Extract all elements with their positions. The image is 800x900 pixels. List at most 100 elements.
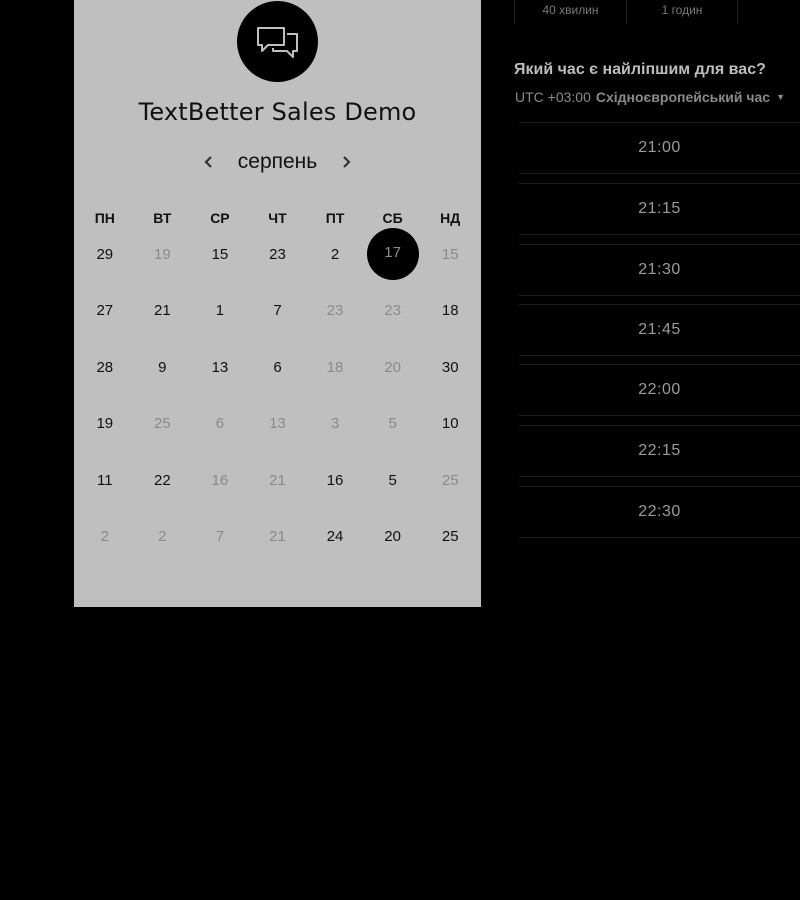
duration-option-1hour[interactable]: 1 годин	[626, 0, 738, 24]
calendar-day-number: 19	[96, 415, 114, 433]
calendar-day[interactable]: 19	[76, 396, 134, 453]
calendar-day: 2	[134, 509, 192, 566]
calendar-day-number: 25	[441, 528, 459, 546]
calendar-day-number: 6	[273, 358, 282, 376]
calendar-day-number: 10	[441, 415, 459, 433]
time-slot[interactable]: 22:00	[519, 364, 800, 416]
calendar-day-number: 21	[269, 528, 286, 546]
calendar-day: 21	[249, 452, 307, 509]
calendar-day-number: 25	[441, 471, 459, 489]
calendar-day: 13	[249, 396, 307, 453]
calendar-day: 5	[364, 396, 422, 453]
calendar-day-number: 5	[388, 471, 397, 489]
calendar-day-number: 15	[211, 245, 229, 263]
calendar-day[interactable]: 20	[364, 509, 422, 566]
calendar-day[interactable]: 24	[306, 509, 364, 566]
calendar-day-number: 15	[441, 245, 459, 263]
calendar-day: 16	[191, 452, 249, 509]
calendar-day[interactable]: 5	[364, 452, 422, 509]
calendar-day-number: 13	[211, 358, 229, 376]
calendar-day-number: 23	[269, 245, 286, 263]
calendar-day[interactable]: 25	[421, 509, 479, 566]
calendar-day[interactable]: 13	[191, 339, 249, 396]
calendar-day: 21	[249, 509, 307, 566]
calendar-day[interactable]: 2	[306, 226, 364, 283]
calendar-day-number: 18	[326, 358, 344, 376]
calendar-day: 23	[364, 283, 422, 340]
time-slot[interactable]: 21:00	[519, 122, 800, 174]
calendar-day-number: 19	[154, 245, 171, 263]
calendar-day: 25	[421, 452, 479, 509]
calendar-day-number: 2	[330, 245, 340, 263]
calendar-day[interactable]: 16	[306, 452, 364, 509]
calendar-day[interactable]: 6	[249, 339, 307, 396]
calendar-day-number: 23	[384, 302, 401, 320]
calendar-day[interactable]: 28	[76, 339, 134, 396]
time-slot[interactable]: 21:45	[519, 304, 800, 356]
calendar-day-number: 11	[96, 471, 113, 489]
calendar-day[interactable]: 10	[421, 396, 479, 453]
calendar-day: 23	[306, 283, 364, 340]
time-slot[interactable]: 22:15	[519, 425, 800, 477]
calendar-day-number: 1	[215, 302, 225, 320]
calendar-day-number: 16	[211, 471, 229, 489]
calendar-day-number: 27	[96, 302, 114, 320]
calendar-day-number: 20	[384, 528, 401, 546]
calendar-day-number: 17	[384, 243, 401, 261]
calendar-day-grid: 29 19 15 23 2 17 15 27 21 1 7 23 23 18 28 9 13 6 18 20 30 19 2…	[76, 226, 479, 565]
calendar-day: 3	[306, 396, 364, 453]
calendar-day[interactable]: 22	[134, 452, 192, 509]
calendar-day-number: 22	[154, 471, 171, 489]
duration-option-40min[interactable]: 40 хвилин	[514, 0, 626, 24]
calendar-day[interactable]: 11	[76, 452, 134, 509]
calendar-day: 6	[191, 396, 249, 453]
calendar-day-number: 28	[96, 358, 114, 376]
calendar-day[interactable]: 21	[134, 283, 192, 340]
event-title: TextBetter Sales Demo	[138, 98, 417, 126]
calendar-day[interactable]: 27	[76, 283, 134, 340]
calendar-day: 15	[421, 226, 479, 283]
calendar-day-number: 5	[388, 415, 397, 433]
calendar-day-number: 23	[326, 302, 344, 320]
calendar-day-number: 24	[326, 528, 344, 546]
time-slot[interactable]: 21:15	[519, 183, 800, 235]
timezone-selector[interactable]: UTC +03:00 Східноєвропейський час ▼	[515, 89, 785, 105]
calendar-day-number: 30	[441, 358, 459, 376]
caret-down-icon: ▼	[776, 92, 785, 102]
calendar-day-number: 2	[158, 528, 167, 546]
calendar-day-number: 7	[273, 302, 282, 320]
time-question: Який час є найліпшим для вас?	[514, 61, 766, 78]
calendar-day[interactable]: 29	[76, 226, 134, 283]
calendar-day-number: 21	[269, 471, 286, 489]
calendar-day: 7	[191, 509, 249, 566]
calendar-day-number: 18	[441, 302, 459, 320]
calendar-day[interactable]: 15	[191, 226, 249, 283]
time-slot[interactable]: 21:30	[519, 244, 800, 296]
duration-tabs: 40 хвилин 1 годин	[514, 0, 738, 24]
calendar-day: 18	[306, 339, 364, 396]
calendar-day[interactable]: 7	[249, 283, 307, 340]
calendar-day[interactable]: 30	[421, 339, 479, 396]
chevron-right-icon[interactable]	[333, 147, 359, 177]
month-label: серпень	[237, 150, 318, 173]
calendar-panel: TextBetter Sales Demo серпень ПН ВТ СР Ч…	[74, 0, 481, 607]
calendar-day: 2	[76, 509, 134, 566]
calendar-day: 19	[134, 226, 192, 283]
calendar-day-number: 6	[215, 415, 225, 433]
chat-bubbles-icon	[237, 1, 318, 82]
calendar-day-number: 16	[326, 471, 344, 489]
calendar-day[interactable]: 18	[421, 283, 479, 340]
calendar-day-number: 20	[384, 358, 401, 376]
calendar-day-number: 29	[96, 245, 114, 263]
time-slot[interactable]: 22:30	[519, 486, 800, 538]
calendar-day-number: 13	[269, 415, 286, 433]
calendar-day[interactable]: 1	[191, 283, 249, 340]
calendar-day-number: 2	[100, 528, 109, 546]
calendar-day-selected[interactable]: 17	[364, 226, 422, 283]
calendar-day[interactable]: 23	[249, 226, 307, 283]
calendar-day[interactable]: 9	[134, 339, 192, 396]
calendar-day-number: 25	[154, 415, 171, 433]
timezone-offset: UTC +03:00	[515, 89, 591, 105]
chevron-left-icon[interactable]	[196, 147, 222, 177]
calendar-day: 20	[364, 339, 422, 396]
